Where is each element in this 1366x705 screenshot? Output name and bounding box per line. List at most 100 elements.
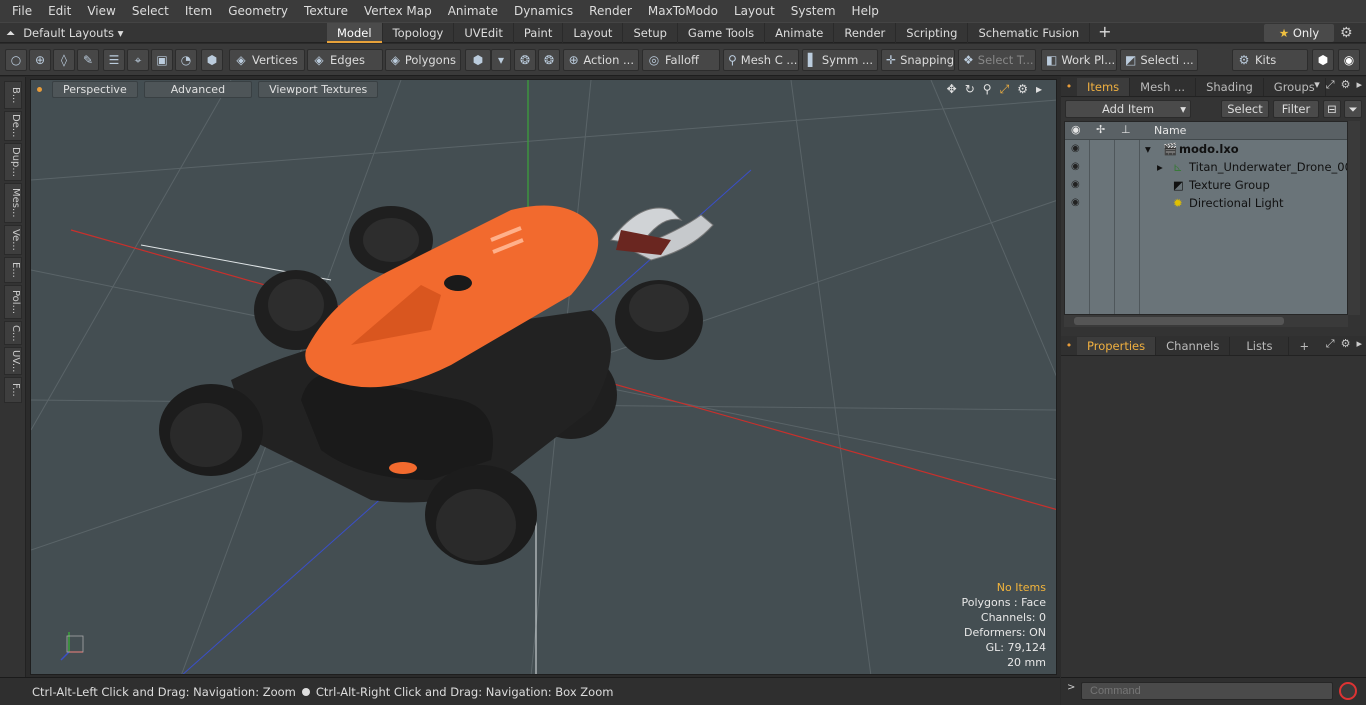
- pan-icon[interactable]: ✥: [947, 82, 957, 97]
- expand-arrow-icon[interactable]: ▾: [1145, 140, 1151, 158]
- expand-arrow-icon[interactable]: ▸: [1157, 158, 1163, 176]
- left-tab-basic[interactable]: B...: [4, 81, 22, 109]
- globe-button[interactable]: ⊕: [29, 49, 51, 71]
- menu-maxtomodo[interactable]: MaxToModo: [640, 0, 726, 22]
- material-dropdown[interactable]: ▾: [491, 49, 511, 71]
- menu-file[interactable]: File: [4, 0, 40, 22]
- item-mode-button[interactable]: ⬢: [201, 49, 223, 71]
- add-item-button[interactable]: Add Item ▾: [1065, 100, 1191, 118]
- render-icon[interactable]: ⊥: [1121, 123, 1131, 136]
- only-toggle[interactable]: ★ Only: [1264, 24, 1334, 42]
- panel-gear-icon[interactable]: ⚙: [1341, 78, 1351, 92]
- left-tab-deform[interactable]: De...: [4, 111, 22, 141]
- left-tab-fusion[interactable]: F...: [4, 377, 22, 403]
- lasso-button[interactable]: ◊: [53, 49, 75, 71]
- tab-uvedit[interactable]: UVEdit: [454, 23, 514, 43]
- menu-vertex-map[interactable]: Vertex Map: [356, 0, 440, 22]
- visibility-eye-icon[interactable]: ◉: [1071, 123, 1081, 136]
- select-circle-button[interactable]: ○: [5, 49, 27, 71]
- command-input[interactable]: [1081, 682, 1333, 700]
- menu-system[interactable]: System: [783, 0, 844, 22]
- align-button[interactable]: ☰: [103, 49, 125, 71]
- modo-cube-button[interactable]: ⬢: [1312, 49, 1334, 71]
- chevron-down-icon[interactable]: ▾: [1314, 78, 1320, 92]
- snapping-button[interactable]: ✛ Snapping: [881, 49, 955, 71]
- panel-arrow-icon[interactable]: ▸: [1356, 337, 1362, 351]
- tab-shading[interactable]: Shading: [1196, 77, 1264, 96]
- gear-icon[interactable]: ⚙: [1340, 23, 1353, 43]
- zoom-icon[interactable]: ⚲: [983, 82, 992, 97]
- menu-geometry[interactable]: Geometry: [220, 0, 296, 22]
- action-center-button[interactable]: ⊕ Action ...: [563, 49, 639, 71]
- tab-game-tools[interactable]: Game Tools: [678, 23, 766, 43]
- 3d-viewport[interactable]: Perspective Advanced Viewport Textures ✥…: [30, 79, 1057, 675]
- left-tab-edge[interactable]: E...: [4, 257, 22, 283]
- perspective-button[interactable]: Perspective: [52, 81, 138, 98]
- tab-schematic-fusion[interactable]: Schematic Fusion: [968, 23, 1091, 43]
- record-icon[interactable]: [1339, 682, 1357, 700]
- work-plane-button[interactable]: ◧ Work Pl...: [1041, 49, 1117, 71]
- left-tab-vertex[interactable]: Ve...: [4, 225, 22, 255]
- item-list-vertical-scrollbar[interactable]: [1348, 121, 1360, 315]
- eye-icon[interactable]: ◉: [1071, 194, 1080, 212]
- select-button[interactable]: Select: [1221, 100, 1269, 118]
- snap-sphere-button[interactable]: ❂: [538, 49, 560, 71]
- item-row-drone[interactable]: ◉ ▸ ⊾ Titan_Underwater_Drone_001: [1065, 158, 1347, 176]
- tab-setup[interactable]: Setup: [623, 23, 678, 43]
- left-tab-uv[interactable]: UV...: [4, 347, 22, 375]
- item-row-texture-group[interactable]: ◉ ◩ Texture Group: [1065, 176, 1347, 194]
- properties-panel-dot[interactable]: •: [1061, 339, 1077, 352]
- item-row-scene[interactable]: ◉ ▾ 🎬 modo.lxo: [1065, 140, 1347, 158]
- tab-paint[interactable]: Paint: [514, 23, 564, 43]
- tab-render[interactable]: Render: [834, 23, 897, 43]
- eye-icon[interactable]: ◉: [1071, 176, 1080, 194]
- left-tab-duplicate[interactable]: Dup...: [4, 143, 22, 181]
- name-column-header[interactable]: Name: [1154, 124, 1186, 137]
- collapse-button[interactable]: ⊟: [1323, 100, 1341, 118]
- eye-icon[interactable]: ◉: [1071, 140, 1080, 158]
- funnel-button[interactable]: ⏷: [1344, 100, 1362, 118]
- frame-button[interactable]: ▣: [151, 49, 173, 71]
- kits-button[interactable]: ⚙ Kits: [1232, 49, 1308, 71]
- eye-icon[interactable]: ◉: [1071, 158, 1080, 176]
- viewport-textures-button[interactable]: Viewport Textures: [258, 81, 379, 98]
- edges-button[interactable]: ◈ Edges: [307, 49, 383, 71]
- add-tab-button[interactable]: +: [1090, 23, 1119, 43]
- item-list-horizontal-scrollbar[interactable]: [1064, 315, 1348, 327]
- menu-dynamics[interactable]: Dynamics: [506, 0, 581, 22]
- left-tab-mesh-edit[interactable]: Mes...: [4, 183, 22, 223]
- items-panel-dot[interactable]: •: [1061, 80, 1077, 93]
- falloff-button[interactable]: ◎ Falloff: [642, 49, 720, 71]
- tab-model[interactable]: Model: [327, 23, 383, 43]
- layout-selector[interactable]: ⏶ Default Layouts ▾: [6, 23, 123, 43]
- center-button[interactable]: ⌖: [127, 49, 149, 71]
- expand-icon[interactable]: ⤢: [1326, 337, 1335, 351]
- selection-sets-button[interactable]: ◩ Selecti ...: [1120, 49, 1198, 71]
- unreal-button[interactable]: ◉: [1338, 49, 1360, 71]
- tab-channels[interactable]: Channels: [1156, 336, 1231, 355]
- tab-mesh[interactable]: Mesh ...: [1130, 77, 1197, 96]
- tab-properties[interactable]: Properties: [1077, 336, 1157, 355]
- viewport-arrow-icon[interactable]: ▸: [1036, 82, 1042, 97]
- left-tab-curve[interactable]: C...: [4, 321, 22, 345]
- add-panel-tab-button[interactable]: +: [1289, 337, 1319, 355]
- menu-edit[interactable]: Edit: [40, 0, 79, 22]
- viewport-gear-icon[interactable]: ⚙: [1017, 82, 1028, 97]
- tab-topology[interactable]: Topology: [383, 23, 455, 43]
- panel-gear-icon[interactable]: ⚙: [1341, 337, 1351, 351]
- menu-select[interactable]: Select: [124, 0, 177, 22]
- maximize-icon[interactable]: ⤢: [1000, 82, 1010, 97]
- scrollbar-thumb[interactable]: [1074, 317, 1284, 325]
- material-button[interactable]: ⬢: [465, 49, 491, 71]
- menu-render[interactable]: Render: [581, 0, 640, 22]
- tab-scripting[interactable]: Scripting: [896, 23, 969, 43]
- brush-button[interactable]: ✎: [77, 49, 99, 71]
- viewport-options-dot[interactable]: [37, 87, 42, 92]
- menu-help[interactable]: Help: [844, 0, 887, 22]
- tab-items[interactable]: Items: [1077, 77, 1131, 96]
- menu-texture[interactable]: Texture: [296, 0, 356, 22]
- menu-animate[interactable]: Animate: [440, 0, 506, 22]
- filter-button[interactable]: Filter: [1273, 100, 1319, 118]
- command-history-arrow-icon[interactable]: >: [1067, 682, 1075, 693]
- left-tab-polygon[interactable]: Pol...: [4, 285, 22, 319]
